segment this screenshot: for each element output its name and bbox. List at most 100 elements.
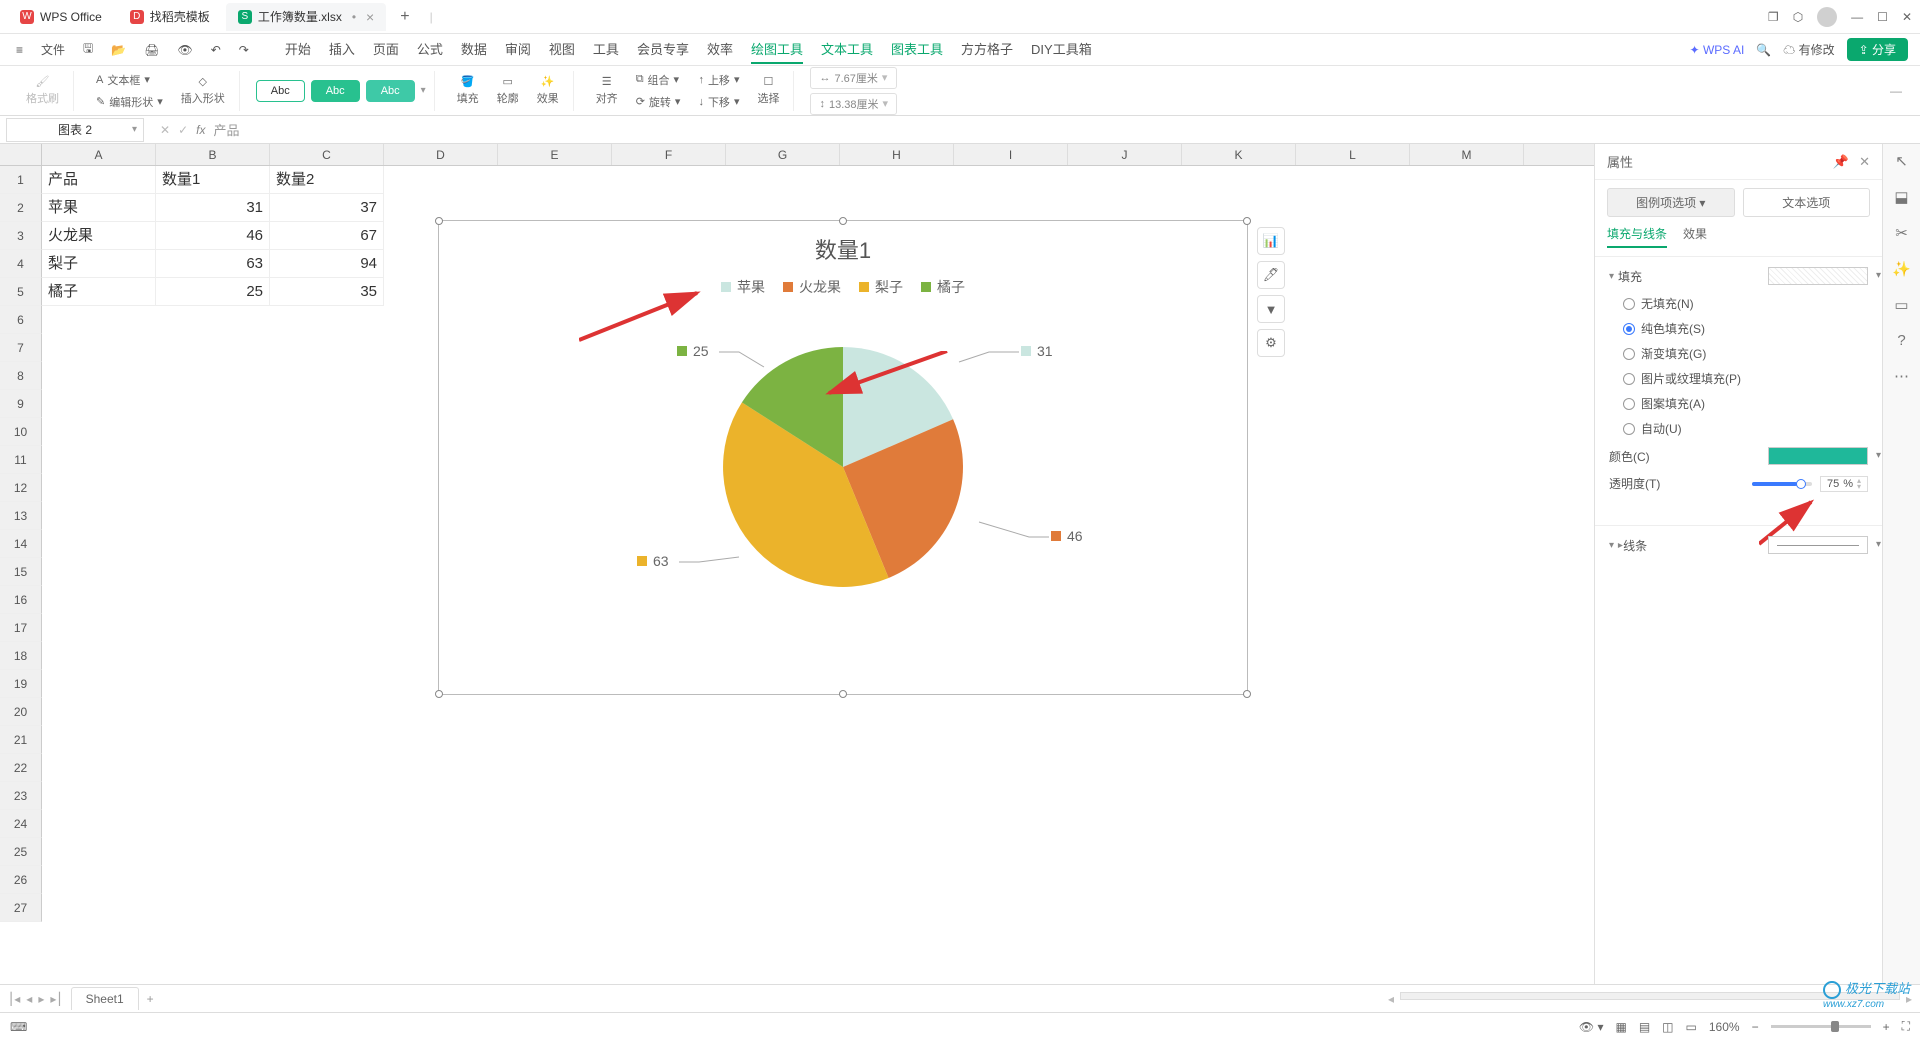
radio-auto[interactable]: 自动(U) <box>1623 420 1868 437</box>
style-abc2[interactable]: Abc <box>311 80 360 102</box>
share-button[interactable]: ⇪ 分享 <box>1847 38 1908 61</box>
tab-workbook[interactable]: S工作簿数量.xlsx•× <box>226 3 386 31</box>
format-brush[interactable]: 🖌格式刷 <box>20 73 65 108</box>
align-btn[interactable]: ☰对齐 <box>590 73 624 108</box>
tab-page[interactable]: 页面 <box>373 35 399 64</box>
col-M[interactable]: M <box>1410 144 1524 165</box>
row-header[interactable]: 25 <box>0 838 42 866</box>
col-B[interactable]: B <box>156 144 270 165</box>
chart-legend[interactable]: 苹果 火龙果 梨子 橘子 <box>439 277 1247 297</box>
fill-btn[interactable]: 🪣填充 <box>451 73 485 108</box>
search-icon[interactable]: 🔍 <box>1756 43 1771 57</box>
view-split-icon[interactable]: ◫ <box>1662 1020 1673 1034</box>
line-title[interactable]: ▾ 线条 <box>1609 536 1868 554</box>
minimize-icon[interactable]: — <box>1851 10 1863 24</box>
row-header[interactable]: 17 <box>0 614 42 642</box>
tab-chart[interactable]: 图表工具 <box>891 35 943 64</box>
col-H[interactable]: H <box>840 144 954 165</box>
file-menu[interactable]: 文件 <box>37 39 69 60</box>
tab-draw[interactable]: 绘图工具 <box>751 35 803 64</box>
close-window-icon[interactable]: ✕ <box>1902 10 1912 24</box>
col-A[interactable]: A <box>42 144 156 165</box>
formula-input[interactable]: 产品 <box>213 120 239 139</box>
col-D[interactable]: D <box>384 144 498 165</box>
transparency-input[interactable]: 75%▴▾ <box>1820 476 1868 492</box>
radio-solid[interactable]: 纯色填充(S) <box>1623 320 1868 337</box>
row-header[interactable]: 12 <box>0 474 42 502</box>
cloud-edit[interactable]: ☁ 有修改 <box>1783 41 1834 58</box>
row-header[interactable]: 14 <box>0 530 42 558</box>
tab-ffgz[interactable]: 方方格子 <box>961 35 1013 64</box>
nav-last-icon[interactable]: ▸⎮ <box>50 992 62 1006</box>
chart-filter-icon[interactable]: ▼ <box>1257 295 1285 323</box>
transparency-slider[interactable] <box>1752 482 1812 486</box>
nav-next-icon[interactable]: ▸ <box>38 992 44 1006</box>
view-read-icon[interactable]: ▭ <box>1686 1020 1697 1034</box>
fill-title[interactable]: 填充 <box>1609 267 1868 285</box>
sheet-area[interactable]: A B C D E F G H I J K L M 12345678910111… <box>0 144 1594 984</box>
height-input[interactable]: ↕13.38厘米▾ <box>810 93 897 115</box>
row-header[interactable]: 16 <box>0 586 42 614</box>
style-abc1[interactable]: Abc <box>256 80 305 102</box>
effect-btn[interactable]: ✨效果 <box>531 73 565 108</box>
chart-style-icon[interactable]: 🖊 <box>1257 261 1285 289</box>
hscroll-left-icon[interactable]: ◂ <box>1388 992 1394 1006</box>
cell[interactable]: 67 <box>270 222 384 250</box>
col-G[interactable]: G <box>726 144 840 165</box>
open-icon[interactable]: 📂 <box>107 41 130 59</box>
legend-pear[interactable]: 梨子 <box>859 277 903 297</box>
redo-icon[interactable]: ↷ <box>235 41 253 59</box>
row-header[interactable]: 10 <box>0 418 42 446</box>
preview-icon[interactable]: 👁 <box>173 41 196 59</box>
sidebar-cursor-icon[interactable]: ↖ <box>1895 152 1908 170</box>
sheet-tab[interactable]: Sheet1 <box>71 987 139 1010</box>
sidebar-more-icon[interactable]: ⋯ <box>1894 367 1909 385</box>
line-preset-swatch[interactable] <box>1768 536 1868 554</box>
status-mode-icon[interactable]: ⌨ <box>10 1020 27 1034</box>
row-header[interactable]: 4 <box>0 250 42 278</box>
row-header[interactable]: 21 <box>0 726 42 754</box>
insert-shape[interactable]: ◇插入形状 <box>175 73 231 108</box>
undo-icon[interactable]: ↶ <box>207 41 225 59</box>
style-more[interactable]: ▾ <box>421 85 426 96</box>
row-header[interactable]: 27 <box>0 894 42 922</box>
tab-tools[interactable]: 工具 <box>593 35 619 64</box>
zoom-slider[interactable] <box>1771 1025 1871 1028</box>
color-picker[interactable] <box>1768 447 1868 465</box>
cell[interactable]: 数量1 <box>156 166 270 194</box>
hscrollbar[interactable] <box>1400 992 1900 1000</box>
fx-icon[interactable]: fx <box>196 123 205 137</box>
menu-icon[interactable]: ≡ <box>12 41 27 59</box>
hscroll-right-icon[interactable]: ▸ <box>1906 992 1912 1006</box>
row-header[interactable]: 24 <box>0 810 42 838</box>
fullscreen-icon[interactable]: ⛶ <box>1902 1019 1910 1034</box>
cell[interactable]: 31 <box>156 194 270 222</box>
chart-settings-icon[interactable]: ⚙ <box>1257 329 1285 357</box>
legend-apple[interactable]: 苹果 <box>721 277 765 297</box>
tab-efficiency[interactable]: 效率 <box>707 35 733 64</box>
row-header[interactable]: 7 <box>0 334 42 362</box>
tab-view[interactable]: 视图 <box>549 35 575 64</box>
tab-text-options[interactable]: 文本选项 <box>1743 188 1871 217</box>
textbox-btn[interactable]: A文本框 ▾ <box>90 70 169 90</box>
rotate-btn[interactable]: ⟳旋转 ▾ <box>630 92 687 112</box>
row-header[interactable]: 9 <box>0 390 42 418</box>
sidebar-help-icon[interactable]: ? <box>1897 332 1905 349</box>
down-btn[interactable]: ↓下移 ▾ <box>692 92 745 112</box>
cell[interactable]: 梨子 <box>42 250 156 278</box>
sidebar-book-icon[interactable]: ▭ <box>1894 296 1908 314</box>
save-icon[interactable]: 🖫 <box>79 37 97 62</box>
name-box[interactable]: 图表 2 <box>6 118 144 142</box>
row-header[interactable]: 26 <box>0 866 42 894</box>
subtab-fill[interactable]: 填充与线条 <box>1607 225 1667 248</box>
view-page-icon[interactable]: ▤ <box>1639 1020 1650 1034</box>
tab-member[interactable]: 会员专享 <box>637 35 689 64</box>
tab-diy[interactable]: DIY工具箱 <box>1031 35 1092 64</box>
row-header[interactable]: 23 <box>0 782 42 810</box>
nav-prev-icon[interactable]: ◂ <box>26 992 32 1006</box>
row-header[interactable]: 22 <box>0 754 42 782</box>
radio-none[interactable]: 无填充(N) <box>1623 295 1868 312</box>
row-header[interactable]: 5 <box>0 278 42 306</box>
collapse-ribbon-icon[interactable]: — <box>1890 84 1908 98</box>
sidebar-clip-icon[interactable]: ✂ <box>1895 224 1908 242</box>
